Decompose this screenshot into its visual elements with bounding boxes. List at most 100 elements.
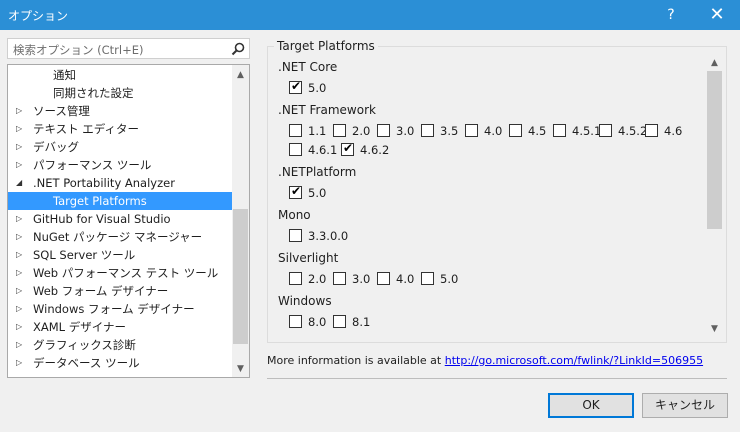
version-checkbox[interactable] bbox=[377, 124, 390, 137]
version-checkbox[interactable] bbox=[377, 272, 390, 285]
scroll-up-icon[interactable]: ▲ bbox=[706, 55, 723, 71]
tree-item-label: 同期された設定 bbox=[53, 86, 134, 100]
version-checkbox[interactable] bbox=[289, 143, 302, 156]
expander-icon[interactable]: ◢ bbox=[16, 174, 26, 192]
tree-item[interactable]: 同期された設定 bbox=[8, 84, 232, 102]
expander-icon[interactable]: ▷ bbox=[16, 300, 26, 318]
platforms-panel: ▲ ▼ .NET Core ✔ 5.0 .NET Framework 1.1 2.0 3.0… bbox=[271, 55, 723, 339]
tree-item[interactable]: 通知 bbox=[8, 66, 232, 84]
close-button[interactable]: ✕ bbox=[694, 0, 740, 30]
tree-item-label: デバッグ bbox=[33, 140, 79, 154]
version-checkbox[interactable] bbox=[333, 272, 346, 285]
tree-item[interactable]: ▷ テキスト エディター bbox=[8, 120, 232, 138]
checkmark-icon: ✔ bbox=[291, 79, 302, 93]
expander-icon[interactable]: ▷ bbox=[16, 318, 26, 336]
platform-heading: .NETPlatform bbox=[278, 165, 357, 179]
scroll-up-icon[interactable]: ▲ bbox=[232, 67, 249, 83]
tree-item[interactable]: Target Platforms bbox=[8, 192, 232, 210]
tree-item[interactable]: ▷ Web パフォーマンス テスト ツール bbox=[8, 264, 232, 282]
tree-scroll-thumb[interactable] bbox=[233, 209, 248, 344]
tree-scrollbar[interactable]: ▲ ▼ bbox=[232, 65, 249, 377]
version-checkbox[interactable] bbox=[421, 272, 434, 285]
version-checkbox[interactable] bbox=[599, 124, 612, 137]
tree-item-label: データベース ツール bbox=[33, 356, 140, 370]
version-label: 4.6 bbox=[664, 124, 683, 138]
panel-scroll-thumb[interactable] bbox=[707, 71, 722, 229]
platform-heading: .NET Framework bbox=[278, 103, 376, 117]
version-checkbox[interactable] bbox=[509, 124, 522, 137]
version-label: 4.6.2 bbox=[360, 143, 390, 157]
title-bar: オプション ? ✕ bbox=[0, 0, 740, 30]
tree-item-label: パフォーマンス ツール bbox=[33, 158, 152, 172]
expander-icon[interactable]: ▷ bbox=[16, 228, 26, 246]
expander-icon[interactable]: ▷ bbox=[16, 282, 26, 300]
panel-scrollbar[interactable]: ▲ ▼ bbox=[706, 55, 723, 339]
version-label: 2.0 bbox=[352, 124, 371, 138]
tree-item[interactable]: ▷ デバッグ bbox=[8, 138, 232, 156]
expander-icon[interactable]: ▷ bbox=[16, 138, 26, 156]
tree-item-label: .NET Portability Analyzer bbox=[33, 176, 175, 190]
version-checkbox[interactable]: ✔ bbox=[341, 142, 354, 156]
tree-item-label: NuGet パッケージ マネージャー bbox=[33, 230, 203, 244]
tree-item-label: ソース管理 bbox=[33, 104, 90, 118]
tree-item[interactable]: ▷ XAML デザイナー bbox=[8, 318, 232, 336]
expander-icon[interactable]: ▷ bbox=[16, 120, 26, 138]
version-checkbox[interactable] bbox=[333, 124, 346, 137]
version-checkbox[interactable] bbox=[553, 124, 566, 137]
expander-icon[interactable]: ▷ bbox=[16, 210, 26, 228]
tree-item-label: SQL Server ツール bbox=[33, 248, 136, 262]
version-label: 4.0 bbox=[396, 272, 415, 286]
version-label: 8.1 bbox=[352, 315, 371, 329]
version-label: 3.5 bbox=[440, 124, 459, 138]
group-title: Target Platforms bbox=[274, 39, 378, 53]
tree-item[interactable]: ▷ NuGet パッケージ マネージャー bbox=[8, 228, 232, 246]
tree-item-label: Web パフォーマンス テスト ツール bbox=[33, 266, 219, 280]
version-checkbox[interactable] bbox=[465, 124, 478, 137]
version-label: 4.0 bbox=[484, 124, 503, 138]
version-checkbox[interactable]: ✔ bbox=[289, 185, 302, 199]
tree-item[interactable]: ▷ パフォーマンス ツール bbox=[8, 156, 232, 174]
help-button[interactable]: ? bbox=[648, 0, 694, 30]
expander-icon[interactable]: ▷ bbox=[16, 156, 26, 174]
search-placeholder: 検索オプション (Ctrl+E) bbox=[13, 43, 144, 57]
more-info-text: More information is available at bbox=[267, 354, 445, 367]
scroll-down-icon[interactable]: ▼ bbox=[706, 321, 723, 337]
platform-heading: Mono bbox=[278, 208, 311, 222]
tree-item[interactable]: ▷ ソース管理 bbox=[8, 102, 232, 120]
tree-item[interactable]: ▷ グラフィックス診断 bbox=[8, 336, 232, 354]
cancel-button[interactable]: キャンセル bbox=[642, 393, 728, 418]
version-checkbox[interactable]: ✔ bbox=[289, 79, 302, 94]
tree-item-label: GitHub for Visual Studio bbox=[33, 212, 171, 226]
version-checkbox[interactable] bbox=[289, 124, 302, 137]
options-tree[interactable]: ▲ ▼ 通知 同期された設定 ▷ ソース管理 ▷ テキスト エディター ▷ デバッグ ▷ パフォー… bbox=[7, 64, 250, 378]
version-checkbox[interactable] bbox=[289, 272, 302, 285]
more-info: More information is available at http://… bbox=[267, 354, 703, 367]
scroll-down-icon[interactable]: ▼ bbox=[232, 361, 249, 377]
tree-item[interactable]: ▷ Web フォーム デザイナー bbox=[8, 282, 232, 300]
expander-icon[interactable]: ▷ bbox=[16, 102, 26, 120]
version-checkbox[interactable] bbox=[645, 124, 658, 137]
version-label: 1.1 bbox=[308, 124, 327, 138]
tree-item[interactable]: ▷ データベース ツール bbox=[8, 354, 232, 372]
expander-icon[interactable]: ▷ bbox=[16, 354, 26, 372]
platform-heading: Windows bbox=[278, 294, 332, 308]
version-checkbox[interactable] bbox=[333, 315, 346, 328]
version-checkbox[interactable] bbox=[289, 229, 302, 242]
tree-item[interactable]: ◢ .NET Portability Analyzer bbox=[8, 174, 232, 192]
version-checkbox[interactable] bbox=[421, 124, 434, 137]
search-icon[interactable] bbox=[230, 41, 246, 57]
tree-item[interactable]: ▷ SQL Server ツール bbox=[8, 246, 232, 264]
version-label: 5.0 bbox=[308, 186, 327, 200]
platform-heading: .NET Core bbox=[278, 60, 338, 74]
version-label: 2.0 bbox=[308, 272, 327, 286]
search-input[interactable]: 検索オプション (Ctrl+E) bbox=[7, 38, 250, 59]
expander-icon[interactable]: ▷ bbox=[16, 264, 26, 282]
tree-item[interactable]: ▷ GitHub for Visual Studio bbox=[8, 210, 232, 228]
expander-icon[interactable]: ▷ bbox=[16, 246, 26, 264]
tree-item-label: Target Platforms bbox=[53, 194, 147, 208]
tree-item[interactable]: ▷ Windows フォーム デザイナー bbox=[8, 300, 232, 318]
more-info-link[interactable]: http://go.microsoft.com/fwlink/?LinkId=5… bbox=[445, 354, 703, 367]
version-checkbox[interactable] bbox=[289, 315, 302, 328]
ok-button[interactable]: OK bbox=[548, 393, 634, 418]
expander-icon[interactable]: ▷ bbox=[16, 336, 26, 354]
